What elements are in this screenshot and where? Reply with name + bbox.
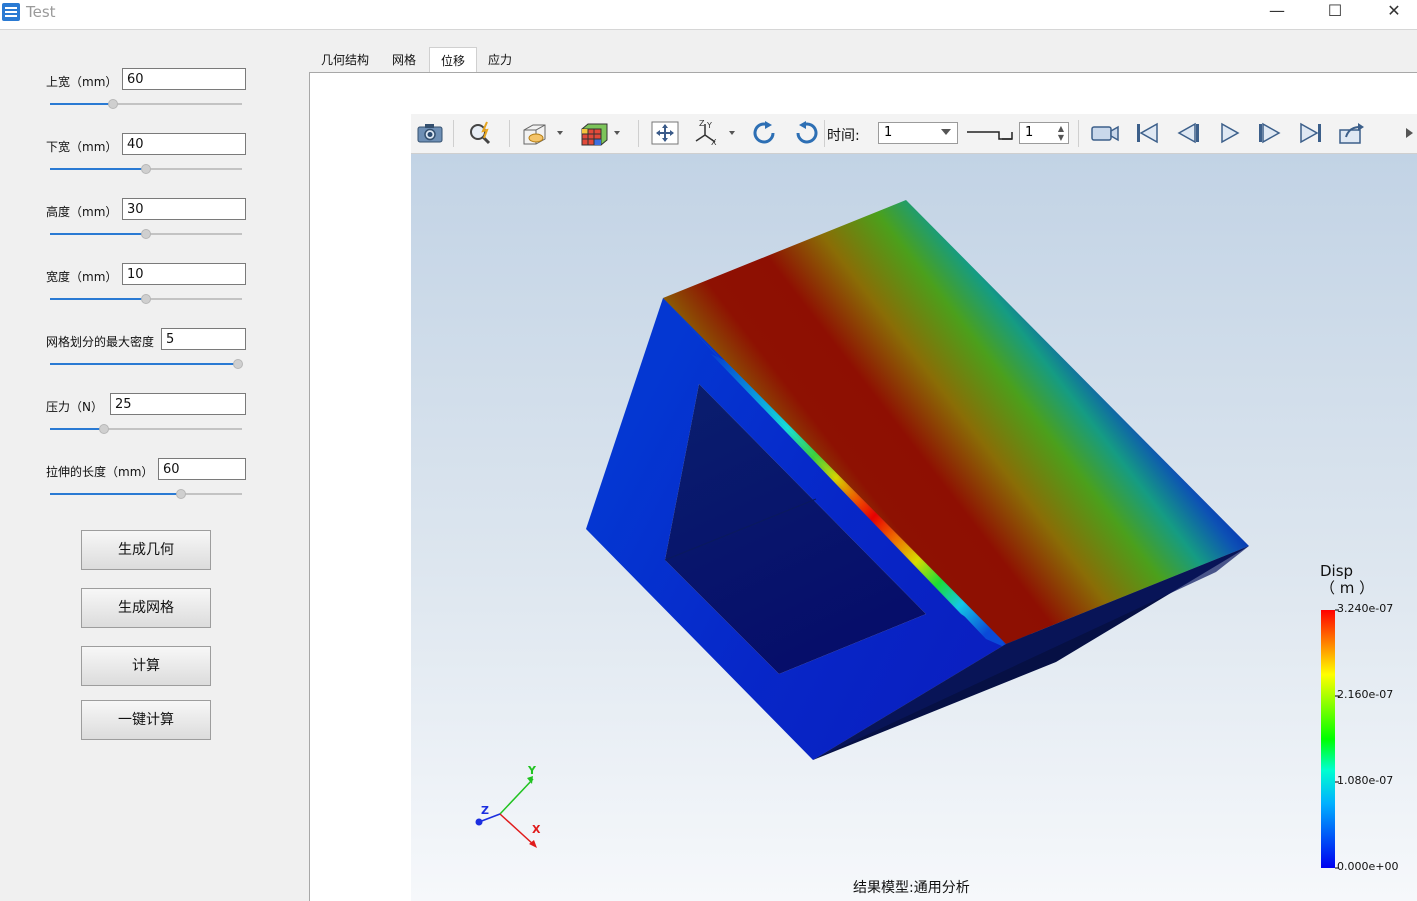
step-spinbox-value: 1	[1025, 125, 1034, 140]
spin-arrows-icon[interactable]: ▲ ▼	[1058, 124, 1064, 142]
one-click-compute-button[interactable]: 一键计算	[81, 700, 211, 740]
time-select-value: 1	[884, 125, 893, 140]
slider-fill	[50, 493, 181, 495]
mesh-density-slider[interactable]	[50, 359, 244, 369]
top-width-input[interactable]	[122, 68, 246, 90]
param-label-bottom-width: 下宽（mm）	[46, 140, 118, 154]
tab-displacement[interactable]: 位移	[429, 47, 477, 72]
slider-handle[interactable]	[175, 489, 186, 499]
step-spinbox[interactable]: 1 ▲ ▼	[1019, 122, 1069, 144]
toolbar-overflow-icon[interactable]	[1401, 120, 1417, 146]
last-frame-icon[interactable]	[1296, 120, 1326, 146]
result-viewport[interactable]: Y X Z Disp （ m ） 3.240e-07 2.160e-07 1.0…	[411, 154, 1417, 901]
toolbar-separator	[1078, 120, 1079, 147]
tab-mesh[interactable]: 网格	[382, 47, 426, 72]
param-label-mesh-density: 网格划分的最大密度	[46, 335, 155, 349]
legend-title: Disp （ m ）	[1320, 563, 1374, 597]
title-bar: Test — ☐ ✕	[0, 0, 1417, 30]
param-label-extrude-length: 拉伸的长度（mm）	[46, 465, 154, 479]
export-icon[interactable]	[1337, 120, 1367, 146]
legend-tick-label: 0.000e+00	[1337, 860, 1399, 873]
pressure-input[interactable]	[110, 393, 246, 415]
prev-frame-icon[interactable]	[1173, 120, 1203, 146]
toolbar-separator	[453, 120, 454, 147]
step-function-icon	[967, 131, 1013, 140]
zoom-icon[interactable]	[466, 120, 496, 146]
time-select[interactable]: 1	[878, 122, 958, 144]
play-icon[interactable]	[1214, 120, 1244, 146]
minimize-button[interactable]: —	[1254, 0, 1300, 29]
mesh-density-input[interactable]	[161, 328, 246, 350]
chevron-down-icon	[941, 129, 951, 135]
tab-geometry[interactable]: 几何结构	[312, 47, 378, 72]
legend-tick-label: 1.080e-07	[1337, 774, 1394, 787]
width-slider[interactable]	[50, 294, 242, 304]
legend-color-bar	[1321, 610, 1335, 868]
slider-handle[interactable]	[233, 359, 244, 369]
slider-fill	[50, 428, 104, 430]
legend-quantity: Disp	[1320, 562, 1354, 580]
rotate-ccw-icon[interactable]	[791, 120, 821, 146]
result-model-label: 结果模型:通用分析	[853, 880, 970, 896]
maximize-button[interactable]: ☐	[1312, 0, 1358, 29]
display-mode-icon[interactable]	[519, 120, 567, 146]
color-cube-icon[interactable]	[578, 120, 626, 146]
slider-handle[interactable]	[141, 229, 151, 239]
svg-text:X: X	[711, 138, 717, 146]
legend-tick-label: 3.240e-07	[1337, 602, 1394, 615]
viewer-toolbar: Y Z X 时间: 1 1 ▲ ▼	[411, 114, 1417, 154]
top-width-slider[interactable]	[50, 99, 242, 109]
slider-fill	[50, 168, 146, 170]
parameter-panel: 上宽（mm） 下宽（mm） 高度（mm） 宽度（mm） 网格划分的最大密度 压力…	[0, 30, 309, 901]
axis-label-x: X	[532, 823, 541, 836]
extrude-length-input[interactable]	[158, 458, 246, 480]
axis-orient-icon[interactable]: Y Z X	[693, 120, 741, 146]
param-label-pressure: 压力（N）	[46, 400, 103, 414]
slider-fill	[50, 298, 146, 300]
slider-fill	[50, 103, 114, 105]
svg-text:Y: Y	[706, 121, 712, 130]
toolbar-separator	[638, 120, 639, 147]
slider-handle[interactable]	[108, 99, 119, 109]
next-frame-icon[interactable]	[1255, 120, 1285, 146]
app-icon	[2, 3, 20, 21]
slider-fill	[50, 363, 239, 365]
legend-unit: （ m ）	[1320, 579, 1375, 597]
width-input[interactable]	[122, 263, 246, 285]
param-label-width: 宽度（mm）	[46, 270, 118, 284]
rotate-cw-icon[interactable]	[750, 120, 780, 146]
time-label: 时间:	[827, 128, 860, 144]
compute-button[interactable]: 计算	[81, 646, 211, 686]
tab-stress[interactable]: 应力	[480, 47, 520, 72]
generate-geometry-button[interactable]: 生成几何	[81, 530, 211, 570]
camera-icon[interactable]	[415, 120, 445, 146]
generate-mesh-button[interactable]: 生成网格	[81, 588, 211, 628]
axis-label-z: Z	[481, 804, 489, 817]
param-label-top-width: 上宽（mm）	[46, 75, 118, 89]
height-slider[interactable]	[50, 229, 242, 239]
bottom-width-slider[interactable]	[50, 164, 242, 174]
slider-handle[interactable]	[141, 164, 151, 174]
pan-icon[interactable]	[650, 120, 680, 146]
slider-handle[interactable]	[141, 294, 151, 304]
slider-fill	[50, 233, 146, 235]
svg-text:Z: Z	[699, 120, 705, 128]
param-label-height: 高度（mm）	[46, 205, 118, 219]
extrude-length-slider[interactable]	[50, 489, 242, 499]
toolbar-separator	[824, 120, 825, 147]
axis-label-y: Y	[528, 764, 536, 777]
slider-handle[interactable]	[98, 424, 109, 434]
height-input[interactable]	[122, 198, 246, 220]
pressure-slider[interactable]	[50, 424, 242, 434]
displacement-model	[475, 200, 1339, 869]
close-button[interactable]: ✕	[1371, 0, 1417, 29]
record-video-icon[interactable]	[1090, 120, 1120, 146]
window-title: Test	[26, 3, 56, 21]
first-frame-icon[interactable]	[1132, 120, 1162, 146]
bottom-width-input[interactable]	[122, 133, 246, 155]
toolbar-separator	[509, 120, 510, 147]
legend-tick-label: 2.160e-07	[1337, 688, 1394, 701]
